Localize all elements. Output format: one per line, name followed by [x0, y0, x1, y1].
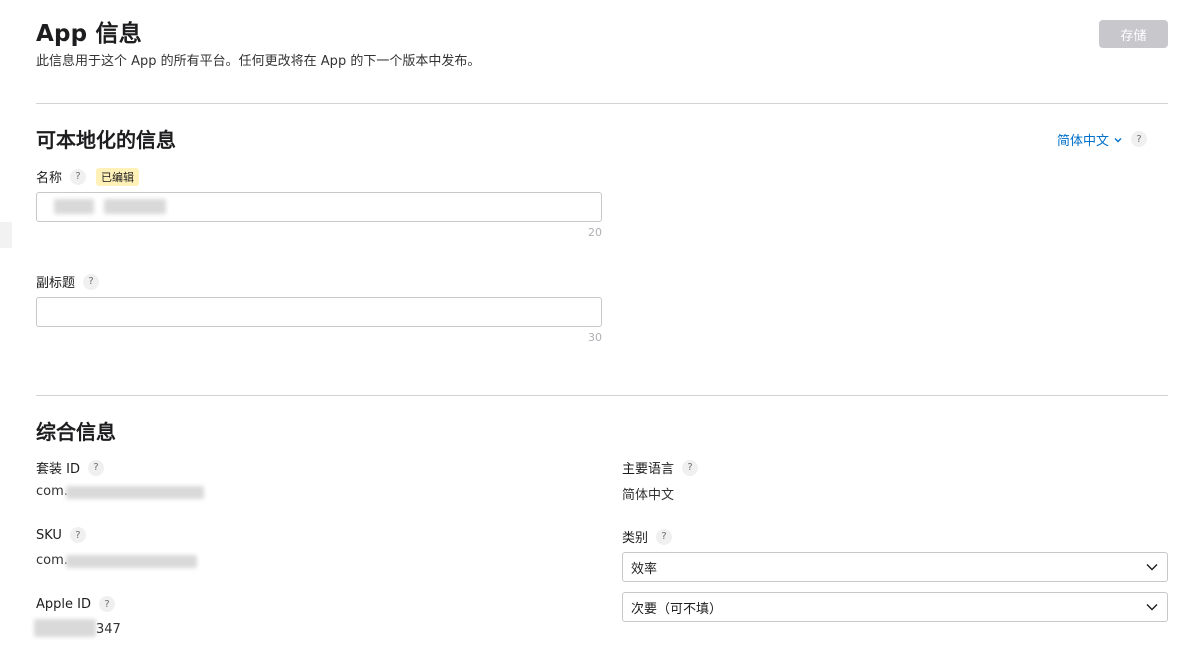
apple-id-value: 347 — [96, 622, 121, 637]
bundle-id-value: com. — [36, 484, 68, 499]
bundle-id-label: 套装 ID — [36, 462, 80, 477]
apple-id-label-row: Apple ID ? — [36, 596, 115, 612]
sku-prefix: com. — [36, 553, 68, 568]
chevron-down-icon — [1146, 604, 1158, 611]
primary-language-label-row: 主要语言 ? — [622, 458, 699, 477]
primary-category-value: 效率 — [631, 561, 658, 577]
apple-id-help-icon[interactable]: ? — [98, 596, 115, 612]
subtitle-char-counter: 30 — [588, 331, 602, 344]
bundle-id-label-row: 套装 ID ? — [36, 458, 104, 477]
primary-language-label: 主要语言 — [622, 462, 675, 477]
primary-language-help-icon[interactable]: ? — [682, 459, 699, 476]
edited-badge: 已编辑 — [96, 167, 140, 186]
page-title: App 信息 — [36, 21, 142, 47]
redacted-text — [66, 486, 204, 499]
sku-value: com. — [36, 553, 68, 568]
language-selector[interactable]: 简体中文 — [1057, 130, 1123, 149]
category-help-icon[interactable]: ? — [656, 528, 673, 545]
category-label-row: 类别 ? — [622, 527, 673, 546]
subtitle-help-icon[interactable]: ? — [83, 273, 100, 290]
chevron-down-icon — [1114, 137, 1122, 142]
page-subtitle: 此信息用于这个 App 的所有平台。任何更改将在 App 的下一个版本中发布。 — [36, 54, 481, 69]
primary-category-select[interactable]: 效率 — [622, 552, 1168, 582]
redacted-text — [54, 199, 94, 214]
divider — [36, 103, 1168, 104]
name-label: 名称 — [36, 171, 63, 186]
general-section-title: 综合信息 — [36, 420, 116, 444]
redacted-text — [104, 199, 166, 214]
sku-help-icon[interactable]: ? — [69, 527, 86, 543]
name-help-icon[interactable]: ? — [70, 168, 87, 185]
save-button[interactable]: 存储 — [1099, 20, 1168, 48]
secondary-category-value: 次要（可不填） — [631, 601, 723, 617]
subtitle-label-row: 副标题 ? — [36, 272, 100, 291]
bundle-id-help-icon[interactable]: ? — [87, 459, 104, 476]
localizable-section-title: 可本地化的信息 — [36, 128, 176, 152]
category-label: 类别 — [622, 531, 649, 546]
redacted-text — [34, 619, 96, 637]
chevron-down-icon — [1146, 564, 1158, 571]
language-selector-label: 简体中文 — [1057, 134, 1110, 149]
bundle-id-prefix: com. — [36, 484, 68, 499]
language-help-icon[interactable]: ? — [1131, 131, 1147, 147]
name-char-counter: 20 — [588, 226, 602, 239]
sku-label-row: SKU ? — [36, 527, 86, 543]
redacted-text — [66, 555, 197, 568]
left-edge-strip — [0, 222, 12, 248]
name-label-row: 名称 ? 已编辑 — [36, 167, 140, 186]
primary-language-value: 简体中文 — [622, 488, 675, 503]
sku-label: SKU — [36, 527, 62, 543]
apple-id-label: Apple ID — [36, 596, 91, 612]
divider — [36, 395, 1168, 396]
subtitle-label: 副标题 — [36, 276, 76, 291]
secondary-category-select[interactable]: 次要（可不填） — [622, 592, 1168, 622]
subtitle-input[interactable] — [36, 297, 602, 327]
